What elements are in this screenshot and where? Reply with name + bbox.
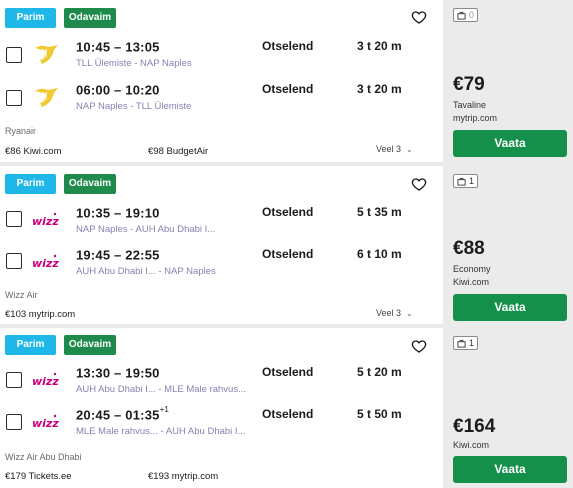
cabin-bag-indicator: 0: [453, 8, 479, 22]
heart-icon[interactable]: [411, 338, 427, 354]
provider-price-link[interactable]: €86 Kiwi.com: [5, 146, 62, 157]
total-price: €79: [453, 74, 485, 95]
duration-label: 5 t 35 m: [357, 205, 402, 219]
select-checkbox[interactable]: [6, 211, 22, 227]
duration-label: 6 t 10 m: [357, 247, 402, 261]
wizz-air-logo-icon: wizz: [32, 254, 59, 270]
flight-leg: wizz 19:45 – 22:55 AUH Abu Dhabi I... - …: [0, 246, 443, 286]
airline-name: Wizz Air Abu Dhabi: [5, 452, 82, 462]
flight-route: NAP Naples - TLL Ülemiste: [76, 101, 192, 112]
chevron-down-icon: ⌄: [406, 145, 413, 154]
cabin-bag-icon: [457, 177, 466, 186]
fare-class: Tavaline: [453, 100, 487, 110]
svg-text:wizz: wizz: [32, 375, 59, 388]
stops-label: Otselend: [262, 82, 314, 96]
airline-name: Wizz Air: [5, 290, 38, 300]
ryanair-logo-icon: [35, 88, 58, 107]
select-checkbox[interactable]: [6, 414, 22, 430]
svg-text:wizz: wizz: [32, 215, 59, 228]
view-deal-button[interactable]: Vaata: [453, 294, 567, 321]
more-providers-toggle[interactable]: Veel 3 ⌄: [376, 308, 413, 318]
svg-text:wizz: wizz: [32, 257, 59, 270]
airline-name: Ryanair: [5, 126, 37, 136]
cheapest-badge: Odavaim: [64, 174, 116, 194]
chevron-down-icon: ⌄: [406, 309, 413, 318]
total-price: €164: [453, 416, 496, 437]
svg-text:wizz: wizz: [32, 417, 59, 430]
cabin-bag-icon: [457, 11, 466, 20]
cabin-bag-icon: [457, 339, 466, 348]
flight-times: 19:45 – 22:55: [76, 247, 160, 263]
result-card[interactable]: Parim Odavaim wizz 10:35 – 19:10 NAP Nap…: [0, 166, 573, 324]
stops-label: Otselend: [262, 39, 314, 53]
booking-site: Kiwi.com: [453, 440, 490, 450]
total-price: €88: [453, 238, 485, 259]
select-checkbox[interactable]: [6, 253, 22, 269]
result-card[interactable]: Parim Odavaim 10:45 – 13:05 TLL Ülemiste…: [0, 0, 573, 162]
cheapest-badge: Odavaim: [64, 335, 116, 355]
provider-price-link[interactable]: €103 mytrip.com: [5, 309, 75, 320]
flight-route: TLL Ülemiste - NAP Naples: [76, 58, 192, 69]
flight-leg: wizz 13:30 – 19:50 AUH Abu Dhabi I... - …: [0, 364, 443, 404]
fare-class: Economy: [453, 264, 491, 274]
flight-times: 10:35 – 19:10: [76, 205, 160, 221]
wizz-air-logo-icon: wizz: [32, 212, 59, 228]
view-deal-button[interactable]: Vaata: [453, 456, 567, 483]
flight-times: 06:00 – 10:20: [76, 82, 160, 98]
more-providers-toggle[interactable]: Veel 3 ⌄: [376, 144, 413, 154]
heart-icon[interactable]: [411, 176, 427, 192]
flight-route: MLE Male rahvus... - AUH Abu Dhabi I...: [76, 426, 246, 437]
flight-times: 20:45 – 01:35+1: [76, 405, 170, 423]
provider-price-link[interactable]: €179 Tickets.ee: [5, 471, 72, 482]
wizz-air-logo-icon: wizz: [32, 414, 59, 430]
view-deal-button[interactable]: Vaata: [453, 130, 567, 157]
flight-leg: 06:00 – 10:20 NAP Naples - TLL Ülemiste …: [0, 81, 443, 121]
select-checkbox[interactable]: [6, 372, 22, 388]
select-checkbox[interactable]: [6, 90, 22, 106]
flight-times: 13:30 – 19:50: [76, 365, 160, 381]
wizz-air-logo-icon: wizz: [32, 372, 59, 388]
duration-label: 3 t 20 m: [357, 39, 402, 53]
best-badge: Parim: [5, 8, 56, 28]
flight-leg: wizz 20:45 – 01:35+1 MLE Male rahvus... …: [0, 405, 443, 446]
stops-label: Otselend: [262, 247, 314, 261]
booking-site: Kiwi.com: [453, 277, 490, 287]
stops-label: Otselend: [262, 205, 314, 219]
flight-route: NAP Naples - AUH Abu Dhabi I...: [76, 224, 216, 235]
flight-route: AUH Abu Dhabi I... - NAP Naples: [76, 266, 216, 277]
stops-label: Otselend: [262, 365, 314, 379]
best-badge: Parim: [5, 174, 56, 194]
duration-label: 5 t 20 m: [357, 365, 402, 379]
stops-label: Otselend: [262, 407, 314, 421]
select-checkbox[interactable]: [6, 47, 22, 63]
heart-icon[interactable]: [411, 9, 427, 25]
ryanair-logo-icon: [35, 45, 58, 64]
best-badge: Parim: [5, 335, 56, 355]
provider-price-link[interactable]: €193 mytrip.com: [148, 471, 218, 482]
flight-leg: 10:45 – 13:05 TLL Ülemiste - NAP Naples …: [0, 38, 443, 78]
booking-site: mytrip.com: [453, 113, 498, 123]
flight-times: 10:45 – 13:05: [76, 39, 160, 55]
provider-price-link[interactable]: €98 BudgetAir: [148, 146, 208, 157]
cheapest-badge: Odavaim: [64, 8, 116, 28]
cabin-bag-indicator: 1: [453, 174, 479, 188]
duration-label: 3 t 20 m: [357, 82, 402, 96]
duration-label: 5 t 50 m: [357, 407, 402, 421]
cabin-bag-indicator: 1: [453, 336, 479, 350]
flight-route: AUH Abu Dhabi I... - MLE Male rahvus...: [76, 384, 247, 395]
flight-leg: wizz 10:35 – 19:10 NAP Naples - AUH Abu …: [0, 204, 443, 244]
result-card[interactable]: Parim Odavaim wizz 13:30 – 19:50 AUH Abu…: [0, 328, 573, 488]
